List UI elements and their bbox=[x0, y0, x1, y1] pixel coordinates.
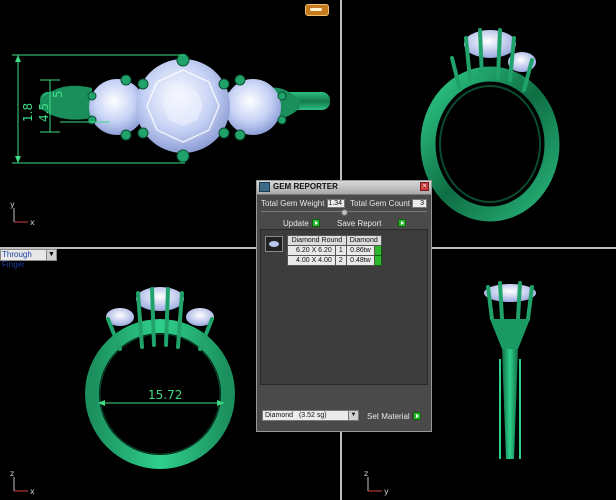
total-count-label: Total Gem Count bbox=[350, 199, 411, 208]
row-select-button[interactable] bbox=[373, 255, 382, 266]
chevron-down-icon: ▼ bbox=[348, 411, 358, 420]
gem-size: 4.00 X 4.00 bbox=[287, 255, 336, 266]
gem-count: 1 bbox=[334, 245, 347, 256]
table-row[interactable]: 6.20 X 6.20 1 0.86tw bbox=[287, 245, 382, 256]
axis-label-z: z bbox=[10, 469, 14, 478]
diamond-round-icon[interactable] bbox=[265, 236, 283, 252]
panel-title: GEM REPORTER bbox=[273, 182, 338, 191]
gem-weight: 0.86tw bbox=[345, 245, 375, 256]
table-row[interactable]: 4.00 X 4.00 2 0.48tw bbox=[287, 255, 382, 266]
material-select[interactable]: Diamond (3.52 sg) ▼ bbox=[262, 410, 359, 421]
material-select-value: Diamond bbox=[265, 412, 294, 419]
dim-inner-diameter: 15.72 bbox=[148, 388, 182, 402]
side-gem-right bbox=[225, 79, 281, 135]
dim-small: 5 bbox=[51, 90, 65, 98]
row-select-button[interactable] bbox=[373, 245, 382, 256]
gem-table-area: Diamond Round Diamond 6.20 X 6.20 1 0.86… bbox=[260, 229, 428, 385]
save-report-label: Save Report bbox=[337, 219, 382, 228]
total-count-value: 3 bbox=[412, 199, 427, 208]
center-gem bbox=[136, 287, 184, 311]
gem-weight: 0.48tw bbox=[345, 255, 375, 266]
gem-table: Diamond Round Diamond 6.20 X 6.20 1 0.86… bbox=[287, 235, 382, 266]
dim-second: 4.5 bbox=[37, 103, 51, 122]
center-gem bbox=[464, 30, 516, 58]
axis-label-z: z bbox=[364, 469, 368, 478]
save-report-button[interactable] bbox=[398, 219, 406, 227]
set-material-label: Set Material bbox=[367, 412, 410, 421]
toolbar-badge-icon[interactable] bbox=[305, 4, 329, 16]
col-header-shape: Diamond Round bbox=[287, 235, 347, 246]
gem-count: 2 bbox=[334, 255, 347, 266]
panel-titlebar[interactable]: GEM REPORTER × bbox=[257, 181, 431, 195]
ring-shank bbox=[420, 66, 560, 222]
table-header-row: Diamond Round Diamond bbox=[287, 235, 382, 246]
total-weight-value: 1.34 bbox=[327, 199, 345, 208]
total-weight-label: Total Gem Weight bbox=[261, 199, 325, 208]
axis-label-x: x bbox=[30, 487, 35, 496]
material-sg: (3.52 sg) bbox=[298, 412, 327, 419]
axis-label-x: x bbox=[30, 218, 35, 227]
panel-collapse-knob[interactable] bbox=[341, 209, 348, 216]
update-label: Update bbox=[283, 219, 309, 228]
ring-shank bbox=[502, 349, 518, 459]
axis-label-y: y bbox=[10, 200, 15, 209]
close-icon[interactable]: × bbox=[420, 182, 429, 191]
gem-size: 6.20 X 6.20 bbox=[287, 245, 336, 256]
gem-reporter-icon bbox=[259, 182, 270, 192]
view-mode-dropdown[interactable]: Through Finger ▼ bbox=[0, 249, 57, 269]
col-header-material: Diamond bbox=[345, 235, 382, 246]
set-material-button[interactable] bbox=[413, 412, 421, 420]
axis-label-y: y bbox=[384, 487, 389, 496]
update-button[interactable] bbox=[312, 219, 320, 227]
center-gem bbox=[484, 284, 536, 302]
dim-height: 1.8 bbox=[21, 103, 35, 122]
gem-reporter-panel: GEM REPORTER × Total Gem Weight 1.34 Tot… bbox=[256, 180, 432, 432]
chevron-down-icon: ▼ bbox=[46, 250, 56, 260]
